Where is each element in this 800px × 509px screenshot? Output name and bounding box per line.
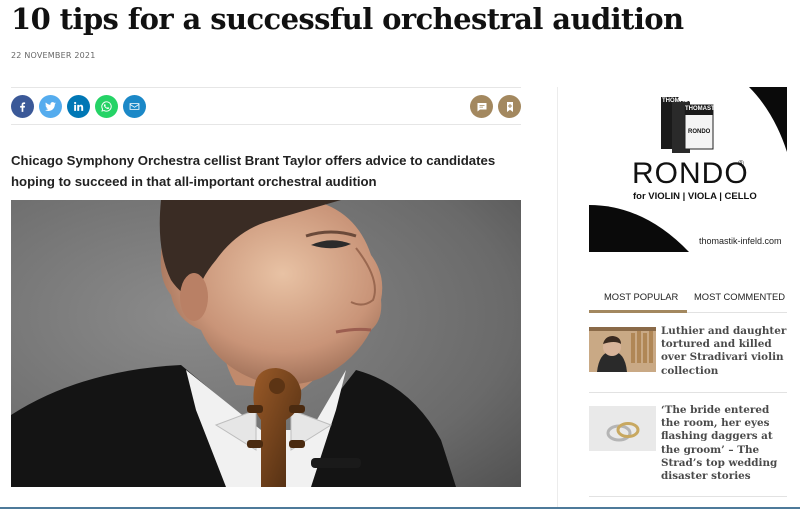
column-divider bbox=[557, 87, 558, 509]
comments-button[interactable] bbox=[470, 95, 493, 118]
share-twitter-button[interactable] bbox=[39, 95, 62, 118]
twitter-icon bbox=[45, 102, 56, 111]
facebook-icon bbox=[20, 102, 26, 112]
active-tab-indicator bbox=[589, 310, 687, 313]
share-linkedin-button[interactable] bbox=[67, 95, 90, 118]
article-divider bbox=[589, 496, 787, 497]
article-thumbnail bbox=[589, 327, 656, 372]
share-whatsapp-button[interactable] bbox=[95, 95, 118, 118]
email-icon bbox=[129, 103, 140, 110]
ad-registered-mark: ® bbox=[738, 159, 744, 168]
tab-most-popular[interactable]: MOST POPULAR bbox=[604, 279, 678, 313]
popular-article-item[interactable]: Luthier and daughter tortured and killed… bbox=[589, 325, 789, 382]
bookmark-icon bbox=[506, 101, 513, 112]
whatsapp-icon bbox=[101, 101, 112, 112]
luthier-thumbnail-image bbox=[589, 327, 656, 372]
sidebar-tabs: MOST POPULAR MOST COMMENTED bbox=[589, 279, 787, 313]
share-bar bbox=[11, 87, 521, 125]
share-email-button[interactable] bbox=[123, 95, 146, 118]
bookmark-button[interactable] bbox=[498, 95, 521, 118]
tab-most-commented[interactable]: MOST COMMENTED bbox=[694, 279, 785, 313]
article-title: 10 tips for a successful orchestral audi… bbox=[11, 2, 684, 36]
article-standfirst: Chicago Symphony Orchestra cellist Brant… bbox=[11, 153, 496, 189]
ad-product-name: RONDO bbox=[632, 157, 749, 190]
advertisement[interactable]: THOMASTIK THOMASTIK RONDO RONDO ® for VI… bbox=[589, 87, 787, 252]
ad-url: thomastik-infeld.com bbox=[699, 236, 782, 246]
popular-article-item[interactable]: ‘The bride entered the room, her eyes fl… bbox=[589, 404, 789, 491]
wedding-rings-thumbnail-image bbox=[589, 406, 656, 451]
article-title-link[interactable]: ‘The bride entered the room, her eyes fl… bbox=[661, 404, 789, 483]
ad-box-label: RONDO bbox=[688, 129, 711, 135]
article-thumbnail bbox=[589, 406, 656, 451]
ad-box-brand-2: THOMASTIK bbox=[685, 106, 721, 112]
ad-tagline: for VIOLIN | VIOLA | CELLO bbox=[633, 191, 757, 202]
publish-date: 22 NOVEMBER 2021 bbox=[11, 51, 96, 60]
linkedin-icon bbox=[74, 101, 84, 111]
cellist-portrait-image bbox=[11, 200, 521, 487]
share-facebook-button[interactable] bbox=[11, 95, 34, 118]
article-title-link[interactable]: Luthier and daughter tortured and killed… bbox=[661, 325, 789, 378]
ad-box-brand-1: THOMASTIK bbox=[662, 98, 698, 104]
comment-icon bbox=[477, 102, 486, 111]
article-divider bbox=[589, 392, 787, 393]
hero-image bbox=[11, 200, 521, 487]
